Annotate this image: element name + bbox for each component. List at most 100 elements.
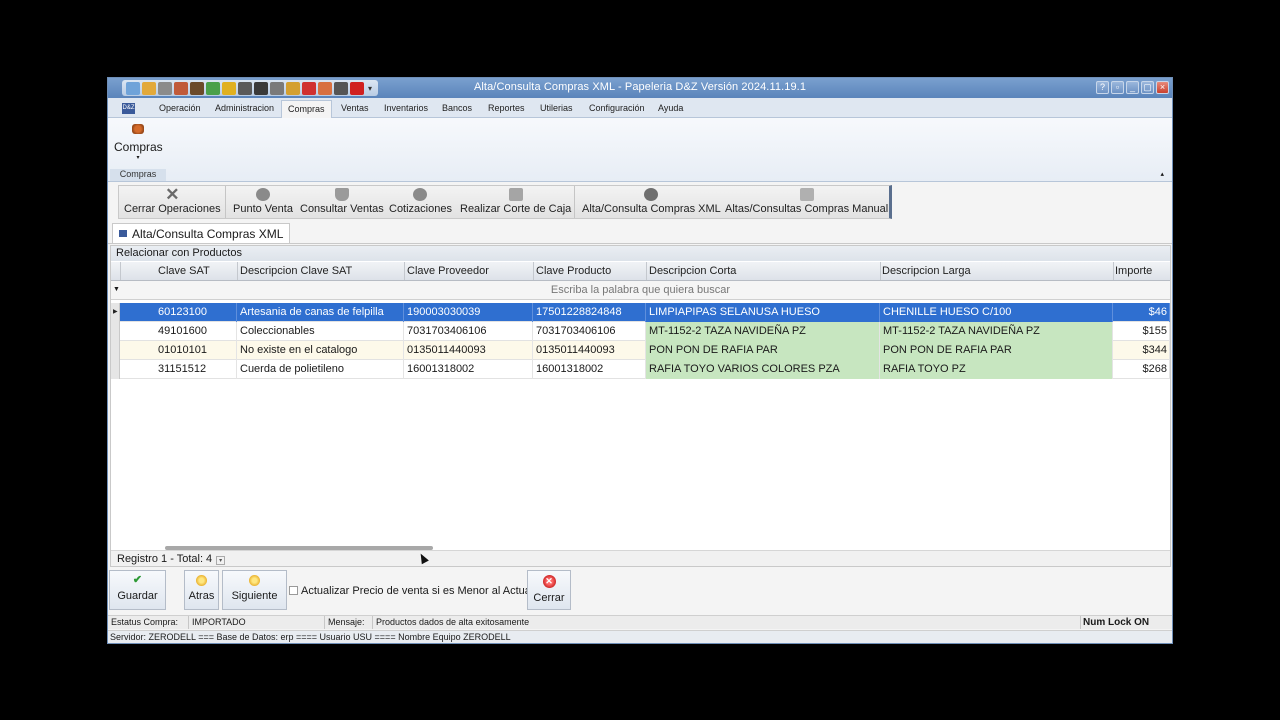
operations-toolbar: ✕ Cerrar Operaciones Punto Venta Consult… — [118, 185, 892, 219]
menu-tab-bancos[interactable]: Bancos — [442, 103, 472, 113]
search-placeholder: Escriba la palabra que quiera buscar — [550, 284, 731, 296]
guardar-button[interactable]: ✔ Guardar — [109, 570, 166, 610]
cell-clave-sat[interactable]: 01010101 — [155, 341, 237, 360]
cell-importe[interactable]: $268 — [1113, 360, 1170, 379]
menu-tab-ayuda[interactable]: Ayuda — [658, 103, 683, 113]
punto-venta-button[interactable]: Punto Venta — [233, 188, 293, 215]
cell-clave-sat[interactable]: 31151512 — [155, 360, 237, 379]
column-divider — [120, 262, 121, 280]
maximize-icon[interactable]: ▢ — [1141, 81, 1154, 94]
sales-icon — [334, 188, 349, 201]
menu-tab-operacion[interactable]: Operación — [159, 103, 201, 113]
app-logo[interactable]: D&Z — [122, 103, 135, 114]
atras-button[interactable]: Atras — [184, 570, 219, 610]
corte-de-caja-button[interactable]: Realizar Corte de Caja — [460, 188, 571, 215]
chevron-down-icon[interactable]: ▾ — [216, 556, 226, 565]
cell-clave-proveedor[interactable]: 7031703406106 — [404, 322, 533, 341]
restore-icon[interactable]: ▫ — [1111, 81, 1124, 94]
cell-descripcion-larga[interactable]: MT-1152-2 TAZA NAVIDEÑA PZ — [880, 322, 1113, 341]
column-header-importe[interactable]: Importe — [1115, 265, 1152, 277]
cell-descripcion-clave-sat[interactable]: No existe en el catalogo — [237, 341, 404, 360]
cell-clave-producto[interactable]: 0135011440093 — [533, 341, 646, 360]
menu-tab-compras[interactable]: Compras — [281, 100, 332, 118]
consultar-ventas-button[interactable]: Consultar Ventas — [300, 188, 384, 215]
row-selector[interactable]: ▶ — [111, 303, 120, 322]
ribbon-compras-label: Compras — [114, 140, 163, 154]
cell-descripcion-larga[interactable]: RAFIA TOYO PZ — [880, 360, 1113, 379]
menu-tab-administracion[interactable]: Administracion — [215, 103, 274, 113]
grid-footer: Registro 1 - Total: 4 ▾ — [111, 550, 1170, 566]
cotizaciones-button[interactable]: Cotizaciones — [389, 188, 452, 215]
tab-divider — [108, 243, 1172, 244]
cell-descripcion-corta[interactable]: RAFIA TOYO VARIOS COLORES PZA — [646, 360, 880, 379]
cell-clave-proveedor[interactable]: 0135011440093 — [404, 341, 533, 360]
cell-clave-producto[interactable]: 7031703406106 — [533, 322, 646, 341]
close-window-icon[interactable]: × — [1156, 81, 1169, 94]
alta-compras-xml-button[interactable]: Alta/Consulta Compras XML — [582, 188, 721, 215]
cell-descripcion-corta[interactable]: MT-1152-2 TAZA NAVIDEÑA PZ — [646, 322, 880, 341]
row-selector[interactable] — [111, 322, 120, 341]
window-title: Alta/Consulta Compras XML - Papeleria D&… — [473, 81, 807, 93]
cerrar-button[interactable]: ✕ Cerrar — [527, 570, 571, 610]
cell-descripcion-larga[interactable]: PON PON DE RAFIA PAR — [880, 341, 1113, 360]
cell-descripcion-corta[interactable]: PON PON DE RAFIA PAR — [646, 341, 880, 360]
ribbon-collapse-icon[interactable]: ▴ — [1160, 170, 1164, 178]
cell-descripcion-clave-sat[interactable]: Coleccionables — [237, 322, 404, 341]
cell-clave-proveedor[interactable]: 16001318002 — [404, 360, 533, 379]
cell-importe[interactable]: $46 — [1113, 303, 1170, 322]
table-row[interactable]: 49101600 Coleccionables 7031703406106 70… — [111, 322, 1170, 341]
search-row[interactable]: ▼ Escriba la palabra que quiera buscar — [111, 281, 1170, 300]
table-row[interactable]: ▶ 60123100 Artesania de canas de felpill… — [111, 303, 1170, 322]
actualizar-precio-label: Actualizar Precio de venta si es Menor a… — [301, 585, 534, 597]
column-header-clave-producto[interactable]: Clave Producto — [536, 265, 611, 277]
document-tab-label: Alta/Consulta Compras XML — [132, 227, 284, 241]
quotes-icon — [413, 188, 428, 201]
column-header-descripcion-clave-sat[interactable]: Descripcion Clave SAT — [240, 265, 352, 277]
cell-clave-proveedor[interactable]: 190003030039 — [404, 303, 533, 322]
menu-tab-utilerias[interactable]: Utilerias — [540, 103, 573, 113]
menu-tab-configuracion[interactable]: Configuración — [589, 103, 645, 113]
menu-bar: D&Z Operación Administracion Compras Ven… — [108, 98, 1172, 118]
server-info-bar: Servidor: ZERODELL === Base de Datos: er… — [108, 630, 1172, 643]
row-selector[interactable] — [111, 360, 120, 379]
column-header-clave-sat[interactable]: Clave SAT — [158, 265, 210, 277]
column-header-descripcion-larga[interactable]: Descripcion Larga — [882, 265, 971, 277]
ribbon: Compras ▾ Compras ▴ — [108, 118, 1172, 182]
menu-tab-ventas[interactable]: Ventas — [341, 103, 369, 113]
document-tab[interactable]: Alta/Consulta Compras XML — [112, 223, 291, 243]
cell-clave-producto[interactable]: 17501228824848 — [533, 303, 646, 322]
table-row[interactable]: 01010101 No existe en el catalogo 013501… — [111, 341, 1170, 360]
guardar-label: Guardar — [117, 590, 158, 602]
column-header-clave-proveedor[interactable]: Clave Proveedor — [407, 265, 489, 277]
cell-clave-sat[interactable]: 60123100 — [155, 303, 237, 322]
row-selector[interactable] — [111, 341, 120, 360]
cell-clave-sat[interactable]: 49101600 — [155, 322, 237, 341]
cell-descripcion-clave-sat[interactable]: Artesania de canas de felpilla — [237, 303, 404, 322]
ribbon-group-label: Compras — [110, 169, 166, 181]
siguiente-button[interactable]: Siguiente — [222, 570, 287, 610]
column-header-descripcion-corta[interactable]: Descripcion Corta — [649, 265, 736, 277]
cell-importe[interactable]: $155 — [1113, 322, 1170, 341]
status-divider — [324, 616, 325, 629]
help-icon[interactable]: ? — [1096, 81, 1109, 94]
ribbon-compras-button[interactable]: Compras ▾ — [114, 124, 163, 161]
manual-entry-icon — [799, 188, 814, 201]
cell-descripcion-clave-sat[interactable]: Cuerda de polietileno — [237, 360, 404, 379]
cell-importe[interactable]: $344 — [1113, 341, 1170, 360]
back-arrow-icon — [196, 575, 207, 586]
table-row[interactable]: 31151512 Cuerda de polietileno 160013180… — [111, 360, 1170, 379]
menu-tab-inventarios[interactable]: Inventarios — [384, 103, 428, 113]
cell-descripcion-corta[interactable]: LIMPIAPIPAS SELANUSA HUESO — [646, 303, 880, 322]
actualizar-precio-checkbox[interactable]: Actualizar Precio de venta si es Menor a… — [289, 585, 533, 597]
checkbox-box[interactable] — [289, 586, 298, 595]
column-divider — [533, 262, 534, 280]
document-icon — [119, 230, 127, 237]
menu-tab-reportes[interactable]: Reportes — [488, 103, 525, 113]
mensaje-label: Mensaje: — [328, 617, 365, 627]
cerrar-operaciones-button[interactable]: ✕ Cerrar Operaciones — [124, 186, 221, 215]
cash-register-icon — [255, 188, 270, 201]
cell-clave-producto[interactable]: 16001318002 — [533, 360, 646, 379]
minimize-icon[interactable]: _ — [1126, 81, 1139, 94]
altas-compras-manual-button[interactable]: Altas/Consultas Compras Manual — [725, 188, 888, 215]
cell-descripcion-larga[interactable]: CHENILLE HUESO C/100 — [880, 303, 1113, 322]
